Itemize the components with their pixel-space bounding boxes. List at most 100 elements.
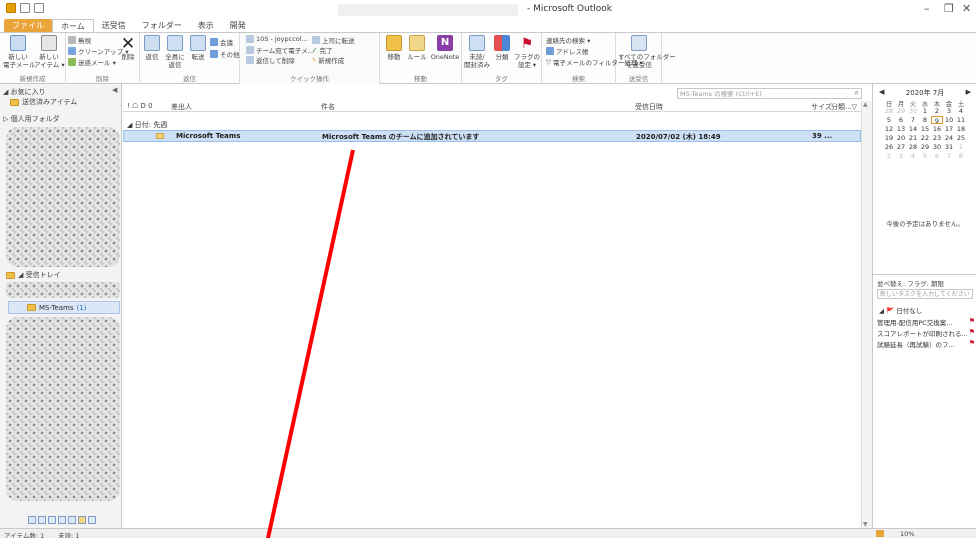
favorites-header[interactable]: ◢ お気に入り	[3, 87, 46, 97]
task-item[interactable]: スコアレポートが印刷される... ⚑	[877, 328, 975, 338]
calendar-day[interactable]: 27	[895, 143, 907, 151]
calendar-day[interactable]: 31	[943, 143, 955, 151]
arrange-by[interactable]: 並べ替え: フラグ: 期限	[877, 278, 944, 288]
tab-view[interactable]: 表示	[190, 19, 222, 32]
calendar-day[interactable]: 26	[883, 143, 895, 151]
calendar-day[interactable]: 5	[919, 152, 931, 160]
task-flag-icon[interactable]: ⚑	[969, 339, 975, 347]
calendar-day[interactable]: 4	[907, 152, 919, 160]
undo-icon[interactable]	[34, 3, 44, 13]
calendar-day[interactable]: 17	[943, 125, 955, 133]
tab-folder[interactable]: フォルダー	[134, 19, 190, 32]
ignore-button[interactable]: 無視	[68, 35, 91, 45]
save-icon[interactable]	[20, 3, 30, 13]
send-receive-all-button[interactable]: すべてのフォルダー を送受信	[618, 35, 676, 69]
calendar-day[interactable]: 28	[883, 107, 895, 115]
task-item[interactable]: 管理用-配信用PC交換案... ⚑	[877, 317, 975, 327]
task-flag-icon[interactable]: ⚑	[969, 328, 975, 336]
move-button[interactable]: 移動	[384, 35, 404, 61]
new-email-button[interactable]: 新しい 電子メール	[3, 35, 36, 69]
calendar-day[interactable]: 6	[931, 152, 943, 160]
restore-button[interactable]: ❐	[944, 2, 954, 15]
mail-nav-icon[interactable]	[28, 516, 36, 524]
collapse-pane-button[interactable]: ◀	[112, 86, 117, 94]
calendar-day[interactable]: 20	[895, 134, 907, 142]
unread-read-button[interactable]: 未読/ 開封済み	[464, 35, 490, 69]
new-task-input[interactable]: 新しいタスクを入力してください	[877, 289, 973, 299]
personal-folders-header[interactable]: ▷ 個人用フォルダ	[3, 114, 60, 124]
calendar-nav-icon[interactable]	[38, 516, 46, 524]
search-people-button[interactable]: 連絡先の検索 ▾	[546, 35, 590, 45]
task-item[interactable]: 試験延長（再試験）のフ... ⚑	[877, 339, 975, 349]
close-button[interactable]: ✕	[962, 2, 971, 15]
calendar-day[interactable]: 3	[895, 152, 907, 160]
column-from[interactable]: 差出人	[171, 102, 192, 112]
calendar-day[interactable]: 5	[883, 116, 895, 124]
folder-sent-items[interactable]: 送信済みアイテム	[10, 97, 77, 107]
date-group-header[interactable]: ◢ 日付: 先週	[127, 120, 167, 130]
column-size[interactable]: サイズ	[811, 102, 832, 112]
calendar-day[interactable]: 12	[883, 125, 895, 133]
flag-group-header[interactable]: ◢ 🚩 日付なし	[879, 305, 922, 315]
column-received[interactable]: 受信日時	[635, 102, 663, 112]
calendar-day[interactable]: 2	[883, 152, 895, 160]
address-book-button[interactable]: アドレス帳	[546, 46, 589, 56]
calendar-day[interactable]: 29	[919, 143, 931, 151]
calendar-day[interactable]: 25	[955, 134, 967, 142]
calendar-day[interactable]: 21	[907, 134, 919, 142]
calendar-day[interactable]: 3	[943, 107, 955, 115]
minimize-button[interactable]: –	[924, 2, 930, 15]
quick-step-2[interactable]: チーム宛て電子メ...	[246, 45, 314, 55]
quick-step-4[interactable]: 上司に転送	[312, 35, 355, 45]
next-month-button[interactable]: ▶	[966, 88, 971, 96]
calendar-day[interactable]: 30	[931, 143, 943, 151]
calendar-day[interactable]: 23	[931, 134, 943, 142]
calendar-day[interactable]: 22	[919, 134, 931, 142]
folder-inbox[interactable]: ◢ 受信トレイ	[6, 270, 61, 280]
search-input[interactable]: MS-Teams の検索 (Ctrl+E) ⌕	[677, 88, 862, 99]
forward-button[interactable]: 転送	[188, 35, 208, 61]
calendar-day[interactable]: 11	[955, 116, 967, 124]
scroll-down-icon[interactable]: ▼	[863, 521, 868, 528]
calendar-day[interactable]: 7	[907, 116, 919, 124]
calendar-day[interactable]: 4	[955, 107, 967, 115]
shortcuts-nav-icon[interactable]	[88, 516, 96, 524]
table-row[interactable]: Microsoft Teams Microsoft Teams のチームに追加さ…	[123, 130, 861, 142]
calendar-day[interactable]: 8	[955, 152, 967, 160]
categorize-button[interactable]: 分類	[492, 35, 512, 61]
tab-developer[interactable]: 開発	[222, 19, 254, 32]
quick-step-5[interactable]: ✓ 完了	[312, 45, 332, 55]
notes-nav-icon[interactable]	[68, 516, 76, 524]
contacts-nav-icon[interactable]	[48, 516, 56, 524]
calendar-day[interactable]: 1	[955, 143, 967, 151]
reply-all-button[interactable]: 全員に 返信	[164, 35, 186, 69]
onenote-button[interactable]: N OneNote	[430, 35, 460, 61]
calendar-day[interactable]: 30	[907, 107, 919, 115]
reply-button[interactable]: 返信	[142, 35, 162, 61]
vertical-scrollbar[interactable]: ▲ ▼	[861, 101, 872, 528]
calendar-day[interactable]: 18	[955, 125, 967, 133]
task-flag-icon[interactable]: ⚑	[969, 317, 975, 325]
calendar-day[interactable]: 6	[895, 116, 907, 124]
calendar-day[interactable]: 29	[895, 107, 907, 115]
calendar-day[interactable]: 24	[943, 134, 955, 142]
quick-step-1[interactable]: 10S - joypccol...	[246, 35, 308, 43]
calendar-day[interactable]: 7	[943, 152, 955, 160]
column-subject[interactable]: 件名	[321, 102, 335, 112]
calendar-day[interactable]: 15	[919, 125, 931, 133]
folder-ms-teams[interactable]: MS-Teams (1)	[8, 301, 120, 314]
tab-file[interactable]: ファイル	[4, 19, 52, 32]
calendar-day[interactable]: 10	[943, 116, 955, 124]
calendar-day[interactable]: 8	[919, 116, 931, 124]
prev-month-button[interactable]: ◀	[879, 88, 884, 96]
follow-up-button[interactable]: ⚑ フラグの 設定 ▾	[514, 35, 540, 69]
calendar-day[interactable]: 14	[907, 125, 919, 133]
folder-list-nav-icon[interactable]	[78, 516, 86, 524]
scroll-up-icon[interactable]: ▲	[863, 101, 868, 108]
junk-button[interactable]: 迷惑メール ▾	[68, 57, 116, 67]
tasks-nav-icon[interactable]	[58, 516, 66, 524]
calendar-day[interactable]: 19	[883, 134, 895, 142]
rules-button[interactable]: ルール	[407, 35, 427, 61]
calendar-day[interactable]: 2	[931, 107, 943, 115]
zoom-icon[interactable]	[876, 530, 884, 537]
